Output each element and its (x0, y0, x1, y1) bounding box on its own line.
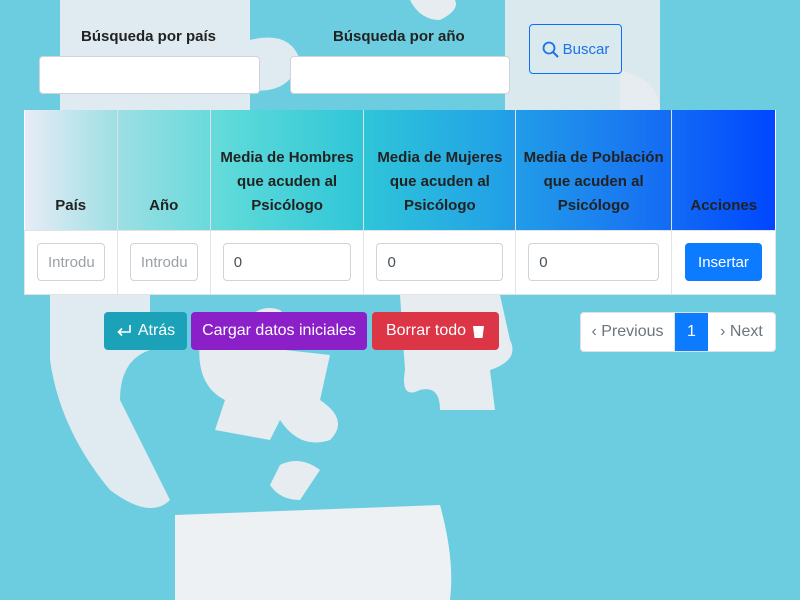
back-button-label: Atrás (137, 322, 176, 339)
cell-men (209, 229, 365, 295)
load-button-label: Cargar datos iniciales (202, 322, 356, 339)
header-population: Media de Población que acuden al Psicólo… (515, 110, 672, 230)
cell-year (116, 229, 211, 295)
women-field[interactable] (376, 243, 504, 281)
header-year: Año (117, 110, 211, 230)
year-field[interactable] (129, 243, 198, 281)
year-search-label: Búsqueda por año (333, 28, 465, 45)
header-women: Media de Mujeres que acuden al Psicólogo (363, 110, 517, 230)
previous-page-button[interactable]: ‹ Previous (581, 313, 675, 351)
cell-actions: Insertar (670, 229, 777, 295)
cell-population (515, 229, 672, 295)
return-arrow-icon (117, 325, 131, 337)
year-search-input[interactable] (290, 56, 510, 94)
search-button-label: Buscar (562, 40, 610, 58)
population-field[interactable] (528, 243, 659, 281)
cell-women (363, 229, 517, 295)
table-header-row: País Año Media de Hombres que acuden al … (24, 110, 776, 230)
search-icon (542, 41, 559, 58)
pagination: ‹ Previous 1 › Next (580, 312, 776, 352)
header-men: Media de Hombres que acuden al Psicólogo (210, 110, 365, 230)
cell-country (24, 229, 118, 295)
data-table: País Año Media de Hombres que acuden al … (24, 110, 777, 295)
men-field[interactable] (222, 243, 352, 281)
load-initial-data-button[interactable]: Cargar datos iniciales (191, 312, 367, 350)
insert-button[interactable]: Insertar (685, 243, 762, 281)
header-actions: Acciones (690, 196, 758, 214)
delete-button-label: Borrar todo (385, 322, 467, 339)
back-button[interactable]: Atrás (104, 312, 187, 350)
country-search-input[interactable] (39, 56, 260, 94)
delete-all-button[interactable]: Borrar todo (372, 312, 499, 350)
page-1-button[interactable]: 1 (675, 313, 708, 351)
next-page-button[interactable]: › Next (708, 313, 775, 351)
country-search-label: Búsqueda por país (81, 28, 217, 45)
table-row-new: Insertar (24, 229, 777, 295)
trash-icon (473, 325, 485, 338)
search-button[interactable]: Buscar (529, 24, 622, 74)
country-field[interactable] (37, 243, 105, 281)
header-country: País (24, 110, 118, 230)
